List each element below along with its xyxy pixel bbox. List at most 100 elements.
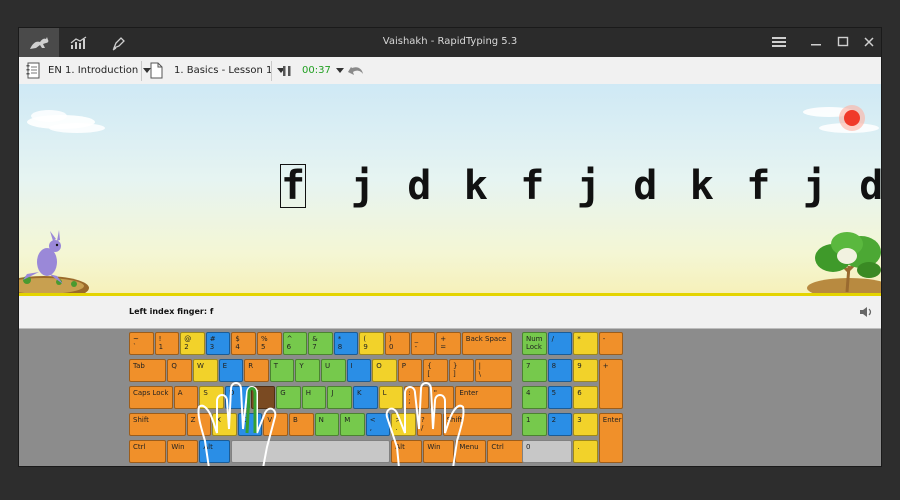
key: 9 (573, 359, 598, 382)
exercise-letter: f (520, 163, 545, 209)
key: Shift (129, 413, 186, 436)
exercise-letter: f (746, 163, 771, 209)
exercise-letter: d (633, 163, 658, 209)
key: Shift (442, 413, 512, 436)
key: B (289, 413, 314, 436)
key: + (598, 359, 624, 409)
key: W (193, 359, 218, 382)
close-button[interactable] (860, 34, 878, 50)
maximize-button[interactable] (834, 34, 852, 50)
key: A (173, 386, 199, 409)
course-label: EN 1. Introduction (48, 65, 139, 76)
key: Back Space (461, 332, 512, 355)
key: M (340, 413, 365, 436)
key: U (321, 359, 346, 382)
key: 4 (522, 386, 547, 409)
lesson-selector[interactable]: 1. Basics - Lesson 1 (150, 57, 286, 84)
hamburger-icon (772, 37, 786, 47)
exercise-letter: k (689, 163, 714, 209)
exercise-text: fjdkfjdkfjd (278, 162, 881, 210)
close-icon (864, 37, 874, 47)
key: - (598, 332, 624, 355)
exercise-letter: d (859, 163, 881, 209)
tree-right (807, 232, 881, 296)
key: Win (423, 440, 455, 463)
key: J (327, 386, 352, 409)
keyboard: ~ `! 1 @ 2 # 3 $ 4% 5 ^ 6 & 7 * 8( 9) 0 _ - + = B… (19, 329, 881, 466)
key: < , (365, 413, 391, 436)
key: F (250, 386, 276, 409)
key: @ 2 (180, 332, 205, 355)
key: I (346, 359, 372, 382)
key: T (269, 359, 295, 382)
maximize-icon (837, 36, 849, 47)
current-letter: f (278, 162, 308, 210)
key: P (397, 359, 423, 382)
key: Win (167, 440, 199, 463)
key: : ; (404, 386, 429, 409)
key: Enter (598, 413, 624, 463)
key: L (378, 386, 404, 409)
exercise-letter: j (576, 163, 601, 209)
key: S (199, 386, 224, 409)
status-bar: Left index finger: f (19, 296, 881, 329)
document-icon (150, 62, 163, 79)
exercise-letter: d (407, 163, 432, 209)
key: { [ (423, 359, 448, 382)
key: O (372, 359, 397, 382)
key: Alt (199, 440, 231, 463)
key: Ctrl (487, 440, 525, 463)
toolbar-divider (141, 61, 142, 81)
key: ! 1 (154, 332, 180, 355)
course-selector[interactable]: EN 1. Introduction (25, 57, 152, 84)
sound-button[interactable] (859, 304, 873, 323)
key: D (225, 386, 250, 409)
speaker-icon (860, 307, 872, 317)
key (231, 440, 391, 463)
key: & 7 (308, 332, 333, 355)
key: K (353, 386, 378, 409)
key: Caps Lock (129, 386, 173, 409)
exercise-letter: j (802, 163, 827, 209)
key: | \ (474, 359, 512, 382)
undo-icon (348, 66, 363, 75)
timer-dropdown[interactable]: 00:37 (302, 57, 344, 84)
key: " ' (429, 386, 455, 409)
pause-button[interactable] (282, 57, 292, 84)
minimize-button[interactable] (807, 34, 825, 50)
key: Y (295, 359, 320, 382)
toolbar-divider (271, 61, 272, 81)
key: V (263, 413, 288, 436)
key: E (218, 359, 244, 382)
minimize-icon (811, 44, 821, 46)
key: X (212, 413, 237, 436)
exercise-area: fjdkfjdkfjd (19, 84, 881, 296)
app-window: Vaishakh - RapidTyping 5.3 EN 1. Introdu… (18, 27, 882, 467)
key: 8 (547, 359, 573, 382)
key: ? / (417, 413, 442, 436)
key: Ctrl (129, 440, 167, 463)
key: H (301, 386, 327, 409)
key: ) 0 (385, 332, 410, 355)
key: $ 4 (231, 332, 256, 355)
cloud-left (27, 110, 105, 133)
key: 5 (547, 386, 573, 409)
kangaroo-character (23, 230, 63, 284)
restart-button[interactable] (348, 57, 364, 84)
menu-button[interactable] (770, 34, 788, 50)
key: 1 (522, 413, 547, 436)
key: / (547, 332, 573, 355)
key: # 3 (205, 332, 231, 355)
key: Z (186, 413, 212, 436)
key: * 8 (333, 332, 359, 355)
chevron-down-icon (335, 68, 344, 73)
window-title: Vaishakh - RapidTyping 5.3 (382, 36, 518, 47)
key: ~ ` (129, 332, 154, 355)
toolbar: EN 1. Introduction 1. Basics - Lesson 1 … (19, 57, 881, 85)
key: > . (391, 413, 416, 436)
pause-icon (283, 65, 291, 76)
key: . (573, 440, 598, 463)
key: Enter (455, 386, 512, 409)
key: ( 9 (359, 332, 384, 355)
key: 2 (547, 413, 573, 436)
